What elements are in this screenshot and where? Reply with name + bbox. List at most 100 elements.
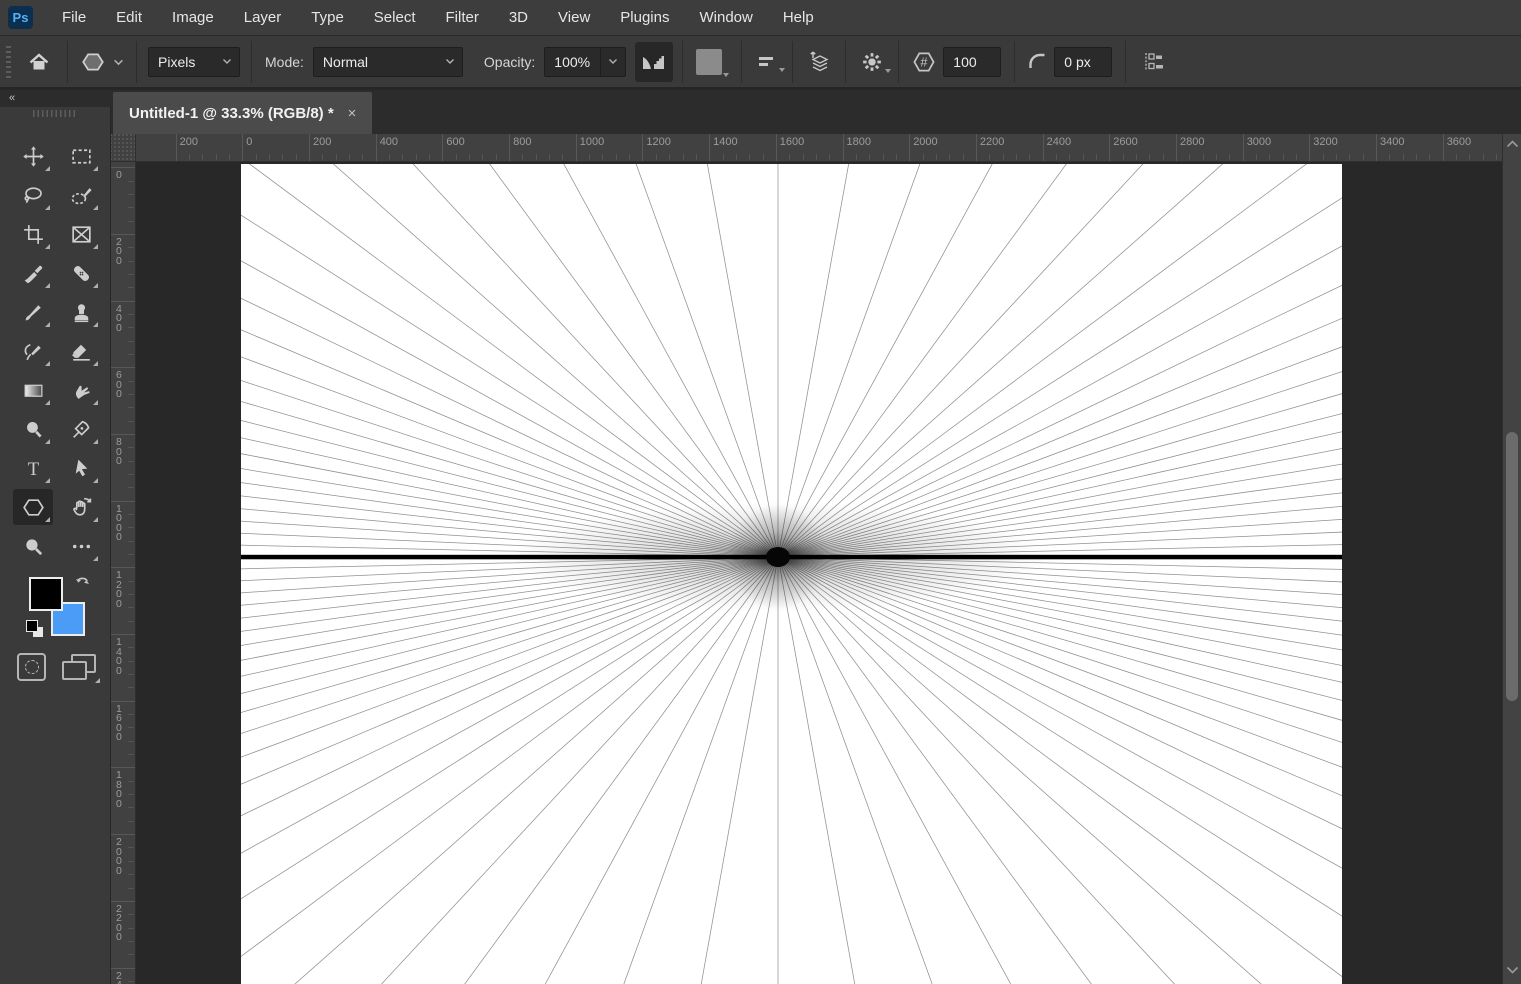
hruler-tick (269, 154, 270, 160)
anti-alias-toggle[interactable] (635, 41, 674, 82)
chevron-down-icon (223, 59, 231, 64)
vruler-tick (128, 674, 134, 675)
eyedropper-tool[interactable] (13, 255, 53, 291)
collapse-panel-button[interactable]: « (0, 90, 111, 107)
vruler-tick (128, 474, 134, 475)
move-tool[interactable] (13, 138, 53, 174)
smudge-tool[interactable] (61, 372, 101, 408)
document-canvas[interactable] (241, 164, 1342, 984)
hruler-tick (1429, 154, 1431, 160)
vruler-tick (128, 820, 134, 822)
lasso-tool[interactable] (13, 177, 53, 213)
hruler-tick (188, 154, 190, 160)
more-tools[interactable] (61, 528, 101, 564)
corner-radius-value: 0 px (1064, 53, 1091, 70)
vruler-tick (128, 620, 134, 622)
marquee-tool[interactable] (61, 138, 101, 174)
tools-grid: T (9, 137, 105, 566)
canvas-viewport[interactable] (136, 162, 1502, 984)
fill-mode-select[interactable]: Pixels (148, 46, 240, 77)
menu-help[interactable]: Help (768, 0, 829, 36)
crop-tool[interactable] (13, 216, 53, 252)
clone-stamp-tool[interactable] (61, 294, 101, 330)
healing-brush-tool[interactable] (61, 255, 101, 291)
screen-mode-button[interactable] (62, 652, 100, 683)
sides-input[interactable]: 100 (943, 46, 1002, 77)
scroll-up-button[interactable] (1503, 140, 1521, 148)
opacity-select[interactable]: 100% (544, 46, 627, 77)
hruler-tick (1176, 134, 1177, 161)
scroll-down-button[interactable] (1503, 966, 1521, 974)
gradient-tool[interactable] (13, 372, 53, 408)
photoshop-logo[interactable]: Ps (8, 6, 33, 29)
frame-tool[interactable] (61, 216, 101, 252)
hash-symbol: # (921, 54, 929, 69)
hruler-tick (1322, 154, 1324, 160)
separator (67, 40, 68, 83)
vruler-tick (128, 914, 134, 916)
geometry-options-button[interactable] (859, 49, 892, 75)
close-tab-icon[interactable]: × (348, 105, 357, 122)
constraints-button[interactable] (1140, 49, 1166, 75)
quick-mask-button[interactable] (17, 653, 46, 681)
hruler-tick (1162, 154, 1164, 160)
menu-edit[interactable]: Edit (101, 0, 157, 36)
vertical-scrollbar[interactable] (1502, 134, 1521, 984)
menu-file[interactable]: File (47, 0, 101, 36)
menu-type[interactable]: Type (296, 0, 359, 36)
hruler-label: 1000 (579, 136, 605, 148)
corner-radius-input[interactable]: 0 px (1054, 46, 1113, 77)
hand-tool[interactable] (61, 489, 101, 525)
chevron-up-icon (1506, 140, 1519, 148)
eraser-tool[interactable] (61, 333, 101, 369)
menu-filter[interactable]: Filter (431, 0, 494, 36)
menu-3d[interactable]: 3D (494, 0, 543, 36)
polygon-tool[interactable] (13, 489, 53, 525)
object-selection-tool[interactable] (61, 177, 101, 213)
vruler-tick (128, 580, 134, 582)
hruler-tick (922, 154, 924, 160)
menu-window[interactable]: Window (684, 0, 767, 36)
home-button[interactable] (27, 50, 51, 74)
menu-view[interactable]: View (543, 0, 605, 36)
path-selection-tool[interactable] (61, 450, 101, 486)
menu-layer[interactable]: Layer (229, 0, 297, 36)
dodge-tool[interactable] (13, 411, 53, 447)
corner-radius-icon-wrap (1026, 50, 1050, 74)
hruler-tick (309, 134, 310, 161)
menu-select[interactable]: Select (359, 0, 431, 36)
starburst-artwork (241, 164, 1342, 984)
pen-tool[interactable] (61, 411, 101, 447)
menu-image[interactable]: Image (157, 0, 229, 36)
horizontal-ruler[interactable]: 200 0 200 400 600 800 1000 1200 1400 1600 1800 2000… (136, 134, 1502, 162)
gear-icon (863, 52, 882, 71)
tools-panel-grip[interactable] (33, 110, 77, 117)
hruler-tick (1469, 154, 1471, 160)
path-selection-tool-icon (75, 459, 87, 476)
foreground-color-swatch[interactable] (29, 577, 63, 611)
fill-color-swatch[interactable] (696, 48, 730, 77)
tool-preset-button[interactable] (80, 49, 124, 75)
vruler-tick (111, 300, 135, 302)
menu-plugins[interactable]: Plugins (605, 0, 684, 36)
vertical-ruler[interactable]: 0 2 0 0 4 0 0 6 0 0 8 0 0 1 0 0 0 1 2 0 0 1 4 0… (111, 162, 136, 984)
default-colors-icon[interactable] (26, 620, 46, 640)
hruler-tick (642, 134, 644, 161)
default-foreground-chip (26, 620, 38, 632)
options-grip[interactable] (6, 45, 11, 78)
mode-select[interactable]: Normal (312, 46, 463, 77)
ruler-origin-corner[interactable] (111, 134, 136, 162)
align-button[interactable] (755, 50, 786, 74)
history-brush-tool[interactable] (13, 333, 53, 369)
hruler-label: 1800 (846, 136, 871, 148)
type-tool[interactable]: T (13, 450, 53, 486)
document-tab[interactable]: Untitled-1 @ 33.3% (RGB/8) * × (113, 92, 373, 134)
hruler-label: 3200 (1313, 136, 1338, 148)
scrollbar-thumb[interactable] (1506, 432, 1518, 701)
hruler-label: 600 (446, 136, 465, 148)
brush-tool[interactable] (13, 294, 53, 330)
swap-colors-icon[interactable] (72, 573, 94, 595)
zoom-tool[interactable] (13, 528, 53, 564)
list-options-icon (1145, 52, 1164, 71)
arrange-button[interactable] (805, 48, 833, 76)
